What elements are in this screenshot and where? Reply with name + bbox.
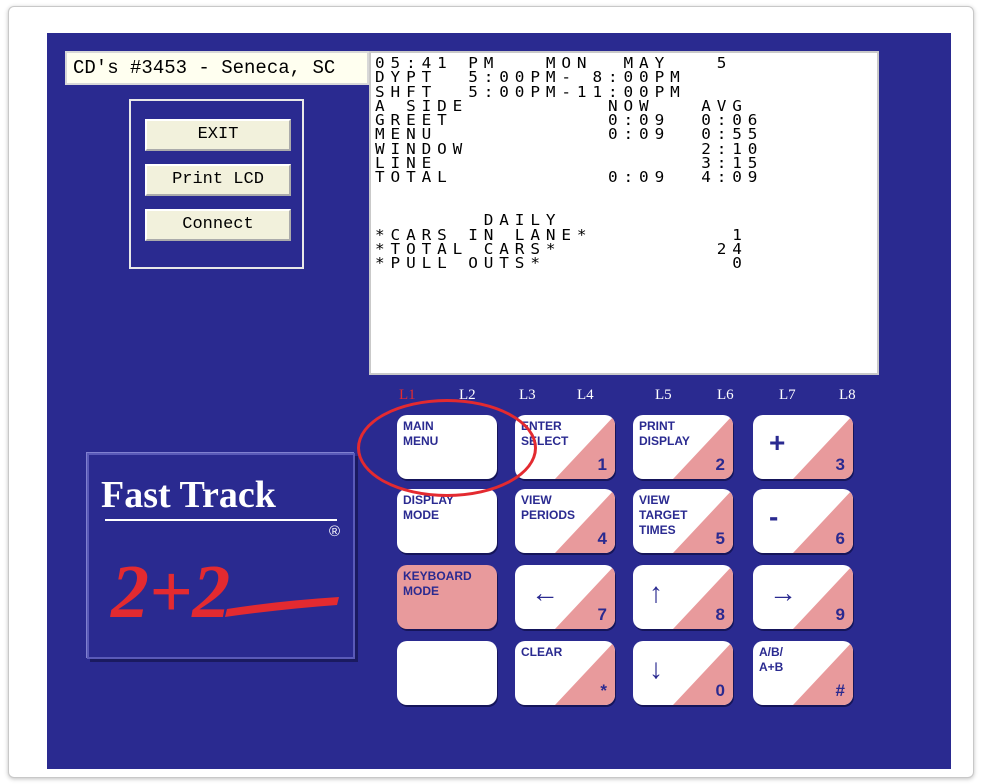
lcd-row <box>375 186 877 199</box>
keyboard-mode-key[interactable]: KEYBOARD MODE <box>397 565 497 629</box>
exit-button[interactable]: EXIT <box>145 119 291 151</box>
view-target-times-key[interactable]: VIEW TARGET TIMES 5 <box>633 489 733 553</box>
key-label: A/B/ A+B <box>759 645 784 674</box>
lane-label-l4: L4 <box>577 387 594 403</box>
lcd-row: *PULL OUTS* 0 <box>375 254 748 272</box>
key-symbol-icon: - <box>769 501 779 532</box>
key-number: 0 <box>715 681 725 700</box>
key-label: VIEW PERIODS <box>521 493 576 522</box>
key-number: 3 <box>835 455 845 474</box>
key-label: PRINT DISPLAY <box>639 419 690 448</box>
key-label: VIEW TARGET TIMES <box>639 493 688 537</box>
key-label: ENTER SELECT <box>521 419 569 448</box>
key-number: 2 <box>715 455 725 474</box>
ab-key[interactable]: A/B/ A+B # <box>753 641 853 705</box>
key-number: 1 <box>597 455 607 474</box>
plus-key[interactable]: +3 <box>753 415 853 479</box>
key-symbol-icon: + <box>769 427 786 458</box>
key-number: * <box>600 681 607 700</box>
view-periods-key[interactable]: VIEW PERIODS 4 <box>515 489 615 553</box>
key-label: MAIN MENU <box>403 419 439 448</box>
lane-label-l3: L3 <box>519 387 536 403</box>
key-number: 9 <box>835 605 845 624</box>
lane-label-l1: L1 <box>399 387 416 403</box>
key-symbol-icon: ← <box>531 577 559 608</box>
key-number: 8 <box>715 605 725 624</box>
command-group: EXIT Print LCD Connect <box>129 99 304 269</box>
print-display-key[interactable]: PRINT DISPLAY 2 <box>633 415 733 479</box>
window-frame: CD's #3453 - Seneca, SC EXIT Print LCD C… <box>8 6 974 778</box>
up-arrow-key[interactable]: ↑ 8 <box>633 565 733 629</box>
blank-key[interactable] <box>397 641 497 705</box>
key-label: CLEAR <box>521 645 563 659</box>
logo-tagline: 2+2 <box>110 550 230 634</box>
down-arrow-key[interactable]: ↓ 0 <box>633 641 733 705</box>
key-symbol-icon: → <box>769 577 797 608</box>
key-symbol-icon: ↑ <box>649 577 663 608</box>
lcd-display: 05:41 PM MON MAY 5 DYPT 5:00PM- 8:00PM S… <box>369 51 879 375</box>
key-label: KEYBOARD MODE <box>403 569 472 598</box>
lane-label-l8: L8 <box>839 387 856 403</box>
print-lcd-button[interactable]: Print LCD <box>145 164 291 196</box>
key-symbol-icon: ↓ <box>649 653 663 684</box>
fast-track-logo: Fast Track ® 2+2 <box>87 453 355 659</box>
lcd-row: TOTAL 0:09 4:09 <box>375 168 764 187</box>
lane-label-l2: L2 <box>459 387 476 403</box>
lane-label-l5: L5 <box>655 387 672 403</box>
left-arrow-key[interactable]: ← 7 <box>515 565 615 629</box>
enter-select-key[interactable]: ENTER SELECT 1 <box>515 415 615 479</box>
key-number: 4 <box>597 529 607 548</box>
key-number: # <box>835 681 845 700</box>
lane-label-l6: L6 <box>717 387 734 403</box>
logo-2plus2-mark: 2+2 <box>110 550 339 634</box>
registered-mark: ® <box>329 523 341 540</box>
key-number: 7 <box>597 605 607 624</box>
key-number: 5 <box>715 529 725 548</box>
display-mode-key[interactable]: DISPLAY MODE <box>397 489 497 553</box>
control-panel: CD's #3453 - Seneca, SC EXIT Print LCD C… <box>47 33 951 769</box>
minus-key[interactable]: -6 <box>753 489 853 553</box>
connect-button[interactable]: Connect <box>145 209 291 241</box>
logo-underline <box>105 519 337 521</box>
lane-label-l7: L7 <box>779 387 796 403</box>
key-number: 6 <box>835 529 845 548</box>
right-arrow-key[interactable]: → 9 <box>753 565 853 629</box>
key-label: DISPLAY MODE <box>403 493 454 522</box>
main-menu-key[interactable]: MAIN MENU <box>397 415 497 479</box>
clear-key[interactable]: CLEAR * <box>515 641 615 705</box>
logo-title: Fast Track <box>101 474 276 516</box>
store-field: CD's #3453 - Seneca, SC <box>65 51 369 85</box>
